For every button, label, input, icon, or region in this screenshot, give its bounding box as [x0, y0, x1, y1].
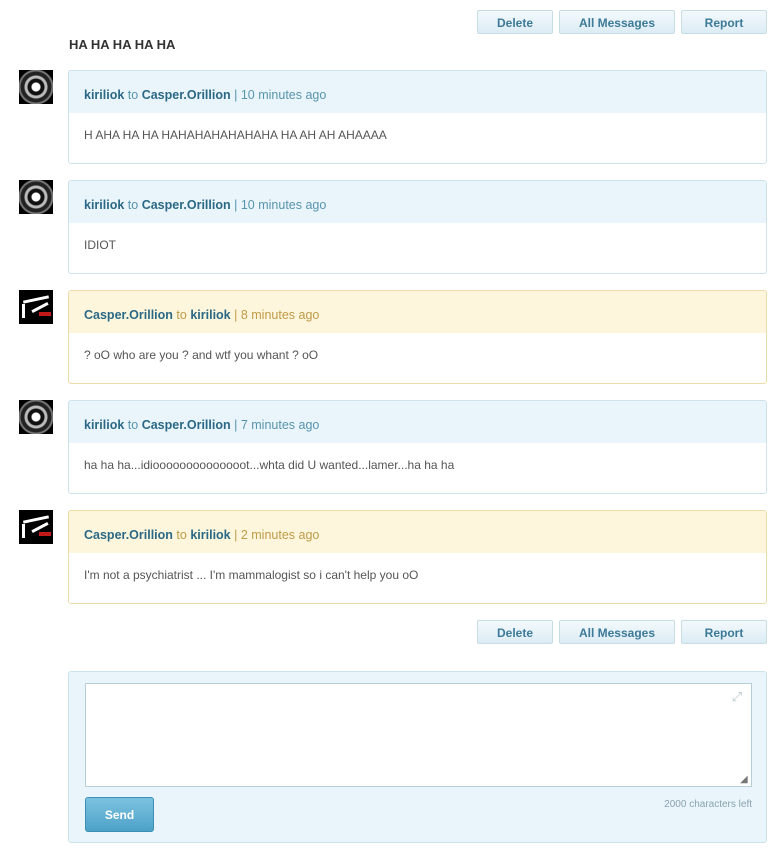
message-header: Casper.Orillion to kiriliok | 2 minutes …	[69, 511, 766, 553]
separator: |	[234, 528, 238, 542]
message-bubble: Casper.Orillion to kiriliok | 2 minutes …	[68, 510, 767, 604]
avatar-kiriliok[interactable]	[19, 180, 53, 214]
message-header: kiriliok to Casper.Orillion | 10 minutes…	[69, 181, 766, 223]
separator: |	[234, 418, 238, 432]
recipient-link[interactable]: kiriliok	[190, 528, 230, 542]
message-time: 10 minutes ago	[240, 198, 327, 212]
sender-link[interactable]: Casper.Orillion	[84, 528, 173, 542]
message-bubble: kiriliok to Casper.Orillion | 7 minutes …	[68, 400, 767, 494]
to-label: to	[176, 528, 187, 542]
message-bubble: Casper.Orillion to kiriliok | 8 minutes …	[68, 290, 767, 384]
message-text: IDIOT	[84, 238, 116, 252]
delete-button[interactable]: Delete	[477, 620, 553, 644]
message-bubble: kiriliok to Casper.Orillion | 10 minutes…	[68, 180, 767, 274]
conversation-subject: HA HA HA HA HA	[69, 37, 176, 52]
recipient-link[interactable]: Casper.Orillion	[142, 418, 231, 432]
characters-left: 2000 characters left	[664, 799, 752, 810]
sender-link[interactable]: kiriliok	[84, 418, 124, 432]
report-button[interactable]: Report	[681, 620, 767, 644]
message-bubble: kiriliok to Casper.Orillion | 10 minutes…	[68, 70, 767, 164]
delete-button[interactable]: Delete	[477, 10, 553, 34]
avatar-casper-orillion[interactable]	[19, 510, 53, 544]
report-button[interactable]: Report	[681, 10, 767, 34]
message-time: 10 minutes ago	[240, 88, 327, 102]
to-label: to	[127, 418, 139, 432]
recipient-link[interactable]: Casper.Orillion	[142, 198, 231, 212]
separator: |	[234, 308, 238, 322]
sender-link[interactable]: kiriliok	[84, 88, 124, 102]
sender-link[interactable]: Casper.Orillion	[84, 308, 173, 322]
bottom-action-bar: Delete All Messages Report	[471, 620, 767, 644]
separator: |	[234, 198, 238, 212]
resize-grip-icon[interactable]: ◢	[740, 775, 750, 785]
all-messages-button[interactable]: All Messages	[559, 620, 675, 644]
top-action-bar: Delete All Messages Report	[471, 10, 767, 34]
all-messages-button[interactable]: All Messages	[559, 10, 675, 34]
reply-compose-panel: ⤢ ◢ Send 2000 characters left	[68, 671, 767, 843]
message-time: 8 minutes ago	[240, 308, 320, 322]
message-time: 7 minutes ago	[240, 418, 320, 432]
message-time: 2 minutes ago	[240, 528, 320, 542]
message-header: Casper.Orillion to kiriliok | 8 minutes …	[69, 291, 766, 333]
to-label: to	[127, 198, 139, 212]
to-label: to	[176, 308, 187, 322]
separator: |	[234, 88, 238, 102]
message-text: ? oO who are you ? and wtf you whant ? o…	[84, 348, 319, 362]
message-header: kiriliok to Casper.Orillion | 10 minutes…	[69, 71, 766, 113]
avatar-kiriliok[interactable]	[19, 400, 53, 434]
sender-link[interactable]: kiriliok	[84, 198, 124, 212]
avatar-casper-orillion[interactable]	[19, 290, 53, 324]
message-text: H AHA HA HA HAHAHAHAHAHAHA HA AH AH AHAA…	[84, 128, 387, 142]
recipient-link[interactable]: kiriliok	[190, 308, 230, 322]
message-header: kiriliok to Casper.Orillion | 7 minutes …	[69, 401, 766, 443]
to-label: to	[127, 88, 139, 102]
recipient-link[interactable]: Casper.Orillion	[142, 88, 231, 102]
message-text: I'm not a psychiatrist ... I'm mammalogi…	[84, 568, 419, 582]
message-text: ha ha ha...idioooooooooooooot...whta did…	[84, 458, 455, 472]
send-button[interactable]: Send	[85, 797, 154, 832]
expand-icon[interactable]: ⤢	[730, 690, 744, 704]
reply-textarea[interactable]	[85, 683, 752, 787]
avatar-kiriliok[interactable]	[19, 70, 53, 104]
